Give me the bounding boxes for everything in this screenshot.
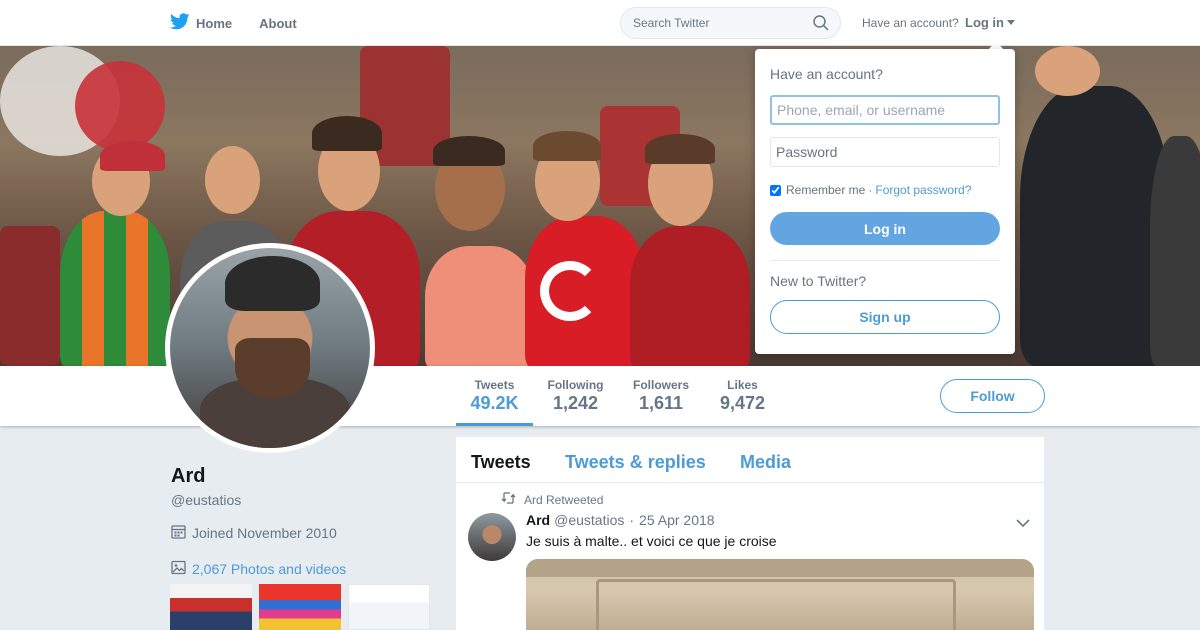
profile-avatar[interactable] xyxy=(165,243,375,453)
calendar-icon xyxy=(171,524,192,542)
stat-followers[interactable]: Followers 1,611 xyxy=(628,378,694,414)
nav-about-label: About xyxy=(259,15,297,31)
stat-value: 49.2K xyxy=(470,393,519,413)
twitter-bird-icon xyxy=(169,13,196,33)
stat-value: 1,611 xyxy=(638,393,684,413)
nav-home[interactable]: Home xyxy=(169,13,233,33)
stat-tweets[interactable]: Tweets 49.2K xyxy=(456,378,533,414)
login-dropdown: Have an account? Remember me · Forgot pa… xyxy=(755,49,1015,354)
joined-date: Joined November 2010 xyxy=(171,524,337,542)
stat-likes[interactable]: Likes 9,472 xyxy=(714,378,771,414)
signup-button[interactable]: Sign up xyxy=(770,300,1000,334)
media-thumbnail[interactable] xyxy=(259,584,341,630)
retweet-label[interactable]: Ard Retweeted xyxy=(524,493,603,507)
password-field[interactable] xyxy=(770,137,1000,167)
remember-me-checkbox[interactable] xyxy=(770,184,781,196)
media-thumbnail[interactable] xyxy=(348,584,430,630)
top-navigation-bar: Home About Have an account? Log in xyxy=(0,0,1200,46)
remember-row: Remember me · Forgot password? xyxy=(770,183,971,197)
login-dropdown-toggle[interactable]: Log in xyxy=(965,15,1015,30)
stat-label: Tweets xyxy=(474,378,515,392)
retweet-context: Ard Retweeted xyxy=(501,492,603,507)
login-toggle-label: Log in xyxy=(965,15,1004,30)
nav-left: Home About xyxy=(169,0,324,46)
tab-tweets-replies[interactable]: Tweets & replies xyxy=(565,452,706,473)
remember-me-label[interactable]: Remember me xyxy=(786,183,865,197)
new-to-twitter-label: New to Twitter? xyxy=(770,273,867,289)
separator-dot: · xyxy=(629,512,635,528)
search-input[interactable] xyxy=(633,8,808,38)
tweet-date[interactable]: 25 Apr 2018 xyxy=(639,512,715,528)
profile-name[interactable]: Ard xyxy=(171,465,205,488)
nav-about[interactable]: About xyxy=(259,16,297,31)
stat-value: 1,242 xyxy=(552,393,599,413)
stat-label: Followers xyxy=(632,378,689,392)
photos-videos-link[interactable]: 2,067 Photos and videos xyxy=(171,560,346,578)
search-icon[interactable] xyxy=(813,15,829,36)
chevron-down-icon[interactable] xyxy=(1016,515,1030,533)
photos-videos-label: 2,067 Photos and videos xyxy=(192,561,347,577)
image-icon xyxy=(171,560,192,578)
timeline: Tweets Tweets & replies Media Ard Retwee… xyxy=(456,437,1044,630)
media-thumbnail[interactable] xyxy=(170,584,252,630)
nav-home-label: Home xyxy=(196,15,233,31)
stat-label: Likes xyxy=(727,378,758,392)
stat-label: Following xyxy=(547,378,604,392)
login-button[interactable]: Log in xyxy=(770,212,1000,245)
tweet-header: Ard @eustatios · 25 Apr 2018 xyxy=(526,512,715,528)
profile-handle[interactable]: @eustatios xyxy=(171,492,241,508)
tweet-media-image[interactable] xyxy=(526,559,1034,630)
tweet-author-name[interactable]: Ard xyxy=(526,512,550,528)
username-field[interactable] xyxy=(770,95,1000,125)
follow-button[interactable]: Follow xyxy=(940,379,1045,413)
stat-following[interactable]: Following 1,242 xyxy=(543,378,608,414)
separator-dot: · xyxy=(868,183,873,197)
stat-value: 9,472 xyxy=(719,393,766,413)
forgot-password-link[interactable]: Forgot password? xyxy=(875,183,971,197)
timeline-tabs: Tweets Tweets & replies Media xyxy=(456,437,1044,483)
tweet-avatar[interactable] xyxy=(468,513,516,561)
search-box xyxy=(620,7,841,39)
caret-down-icon xyxy=(1007,20,1015,25)
retweet-icon xyxy=(501,492,524,507)
account-prompt: Have an account? xyxy=(862,16,959,30)
dropdown-title: Have an account? xyxy=(770,66,883,82)
active-stat-underline xyxy=(456,423,533,426)
tab-tweets[interactable]: Tweets xyxy=(471,452,531,473)
joined-text: Joined November 2010 xyxy=(192,525,337,541)
tweet-author-handle[interactable]: @eustatios xyxy=(554,512,624,528)
tab-media[interactable]: Media xyxy=(740,452,791,473)
tweet-text: Je suis à malte.. et voici ce que je cro… xyxy=(526,533,777,549)
divider xyxy=(770,260,1000,261)
